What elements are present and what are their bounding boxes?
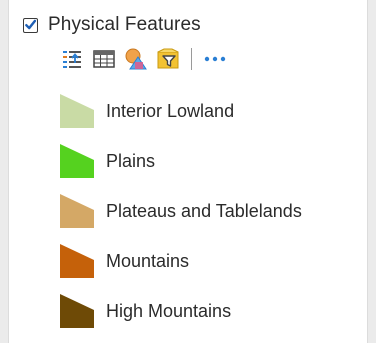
change-style-icon bbox=[125, 48, 147, 70]
more-options-icon bbox=[204, 56, 226, 62]
swatch-polygon-icon bbox=[60, 194, 94, 228]
layer-toolbar bbox=[59, 46, 234, 72]
swatch-polygon-icon bbox=[60, 94, 94, 128]
legend-item: Plains bbox=[59, 136, 359, 186]
attribute-table-button[interactable] bbox=[91, 46, 117, 72]
legend: Interior Lowland Plains Plateaus and Tab… bbox=[59, 86, 359, 336]
legend-item: Plateaus and Tablelands bbox=[59, 186, 359, 236]
layer-title: Physical Features bbox=[48, 14, 201, 35]
layer-visibility-checkbox[interactable] bbox=[23, 17, 38, 33]
attribute-table-icon bbox=[93, 50, 115, 68]
change-style-button[interactable] bbox=[123, 46, 149, 72]
legend-item: High Mountains bbox=[59, 286, 359, 336]
legend-item: Interior Lowland bbox=[59, 86, 359, 136]
layer-panel: Physical Features Interior Lowland Plain… bbox=[8, 0, 368, 343]
more-options-button[interactable] bbox=[202, 46, 228, 72]
legend-item: Mountains bbox=[59, 236, 359, 286]
swatch-polygon-icon bbox=[60, 294, 94, 328]
swatch-polygon-icon bbox=[60, 244, 94, 278]
swatch-polygon-icon bbox=[60, 144, 94, 178]
legend-label: Interior Lowland bbox=[106, 100, 235, 121]
legend-button[interactable] bbox=[59, 46, 85, 72]
legend-label: Plains bbox=[106, 150, 156, 171]
filter-icon bbox=[157, 48, 179, 69]
legend-label: Mountains bbox=[106, 250, 190, 271]
filter-button[interactable] bbox=[155, 46, 181, 72]
legend-label: Plateaus and Tablelands bbox=[106, 200, 302, 221]
toolbar-separator bbox=[191, 48, 192, 70]
legend-list-icon bbox=[63, 51, 81, 68]
layer-header: Physical Features bbox=[23, 14, 201, 36]
legend-label: High Mountains bbox=[106, 300, 232, 321]
checkmark-icon bbox=[25, 19, 37, 30]
